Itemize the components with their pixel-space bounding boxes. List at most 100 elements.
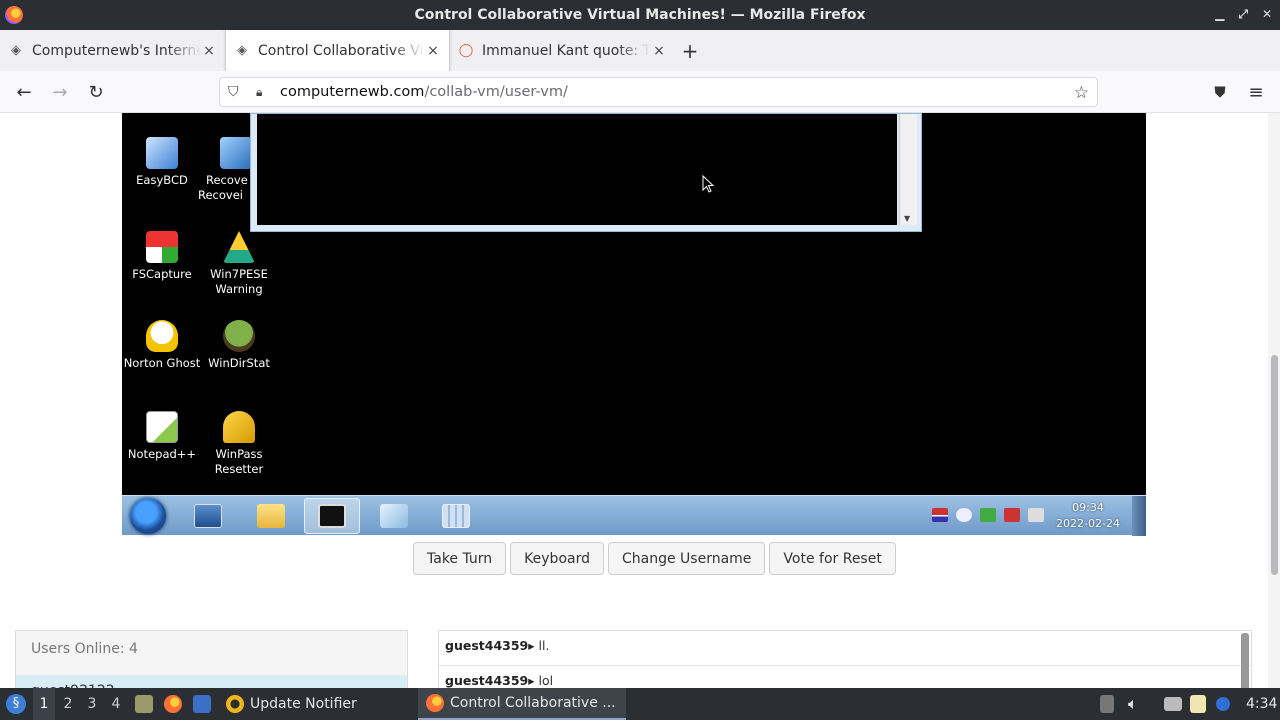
- tray-network-icon[interactable]: [956, 508, 972, 522]
- firefox-launcher[interactable]: [164, 688, 188, 720]
- taskbar-app-cmd[interactable]: [304, 498, 360, 534]
- chat-panel: guest44359▸ ll. guest44359▸ lol: [438, 630, 1252, 688]
- desktop-icon-label: FSCapture: [132, 267, 192, 281]
- page-scrollbar-thumb[interactable]: [1271, 355, 1278, 575]
- folder-icon: [257, 504, 285, 528]
- easybcd-icon: [146, 137, 178, 169]
- clipboard-glyph: [1100, 695, 1114, 713]
- pocket-icon[interactable]: ⛊: [1208, 80, 1232, 104]
- network-icon[interactable]: [1164, 688, 1188, 720]
- close-icon[interactable]: ✕: [1262, 7, 1272, 22]
- vm-clock[interactable]: 09:34 2022-02-24: [1052, 500, 1124, 532]
- url-host: computernewb.com: [280, 84, 425, 100]
- desktop-icon-notepadpp[interactable]: Notepad++: [122, 411, 202, 462]
- firefox-logo-icon: [5, 6, 23, 24]
- chat-scrollbar[interactable]: [1241, 633, 1249, 688]
- notes-glyph: [1190, 695, 1206, 713]
- desktop-icon-easybcd[interactable]: EasyBCD: [122, 137, 202, 188]
- desktop-icon-fscapture[interactable]: FSCapture: [122, 231, 202, 282]
- desktop-icon-winpass-resetter[interactable]: WinPass Resetter: [199, 411, 279, 477]
- vm-console-window[interactable]: ▼: [250, 113, 922, 232]
- scroll-down-icon[interactable]: ▼: [904, 214, 910, 223]
- minimize-icon[interactable]: ▁: [1215, 7, 1224, 22]
- volume-icon[interactable]: 🔈︎: [1128, 688, 1138, 720]
- language-flag-icon[interactable]: [932, 508, 948, 522]
- windows-start-button[interactable]: [130, 498, 166, 534]
- notes-icon[interactable]: [1190, 688, 1212, 720]
- menu-icon[interactable]: ≡: [1244, 80, 1268, 104]
- tab-collab-vm[interactable]: ◈ Control Collaborative Virt ×: [225, 30, 450, 71]
- tray-clipboard-icon[interactable]: [1100, 688, 1120, 720]
- chat-message: guest44359▸ ll.: [439, 631, 1251, 666]
- tab-label: Immanuel Kant quote: Th: [482, 42, 651, 59]
- address-bar[interactable]: ⛉ 🔒︎ computernewb.com/collab-vm/user-vm/…: [219, 77, 1098, 107]
- vm-screen[interactable]: EasyBCD Recove Recovei FSCapture Win7PES…: [122, 113, 1146, 536]
- desktop-panel: § 1 2 3 4 Update Notifier Control Collab…: [0, 688, 1280, 720]
- task-firefox-window[interactable]: Control Collaborative ...: [418, 688, 626, 720]
- window-title: Control Collaborative Virtual Machines! …: [414, 7, 866, 23]
- panel-clock[interactable]: 4:34: [1246, 688, 1277, 720]
- file-manager-icon: [135, 695, 153, 713]
- tab-kant-quote[interactable]: ◯ Immanuel Kant quote: Th ×: [450, 30, 675, 71]
- shield-icon[interactable]: ⛉: [228, 84, 244, 100]
- desktop-icon-label: EasyBCD: [136, 173, 188, 187]
- show-desktop-button[interactable]: [1132, 496, 1146, 536]
- change-username-button[interactable]: Change Username: [607, 542, 766, 575]
- window-controls: ▁ ⤢ ✕: [1215, 7, 1272, 22]
- taskbar-app-explorer[interactable]: [243, 498, 299, 534]
- keyboard-button[interactable]: Keyboard: [510, 542, 604, 575]
- users-online-heading: Users Online: 4: [31, 641, 138, 657]
- ghost-icon: [146, 320, 178, 352]
- reload-button[interactable]: ↻: [84, 80, 108, 104]
- task-update-notifier[interactable]: Update Notifier: [218, 688, 365, 720]
- tray-volume-muted-icon[interactable]: [1028, 508, 1044, 522]
- workspace-2[interactable]: 2: [57, 688, 79, 720]
- back-button[interactable]: ←: [12, 80, 36, 104]
- notepadpp-icon: [146, 411, 178, 443]
- warning-icon: [223, 231, 255, 263]
- network-glyph: [1164, 697, 1182, 711]
- tab-close-icon[interactable]: ×: [425, 43, 441, 59]
- tab-computernewb[interactable]: ◈ Computernewb's Internet ×: [0, 30, 225, 71]
- take-turn-button[interactable]: Take Turn: [413, 542, 507, 575]
- vote-reset-button[interactable]: Vote for Reset: [769, 542, 896, 575]
- recovery-icon: [220, 137, 250, 169]
- tab-close-icon[interactable]: ×: [201, 43, 217, 59]
- update-notifier-icon: [226, 695, 244, 713]
- taskbar-app-calculator[interactable]: [428, 498, 484, 534]
- desktop-icon-recovery[interactable]: Recove Recovei: [198, 137, 250, 203]
- desktop-icon-norton-ghost[interactable]: Norton Ghost: [122, 320, 202, 371]
- file-manager-launcher[interactable]: [135, 688, 159, 720]
- notepad-icon: [380, 504, 408, 528]
- vm-system-tray: [932, 508, 1044, 522]
- app-menu-button[interactable]: §: [6, 688, 26, 720]
- distro-logo-icon: §: [6, 694, 26, 714]
- desktop-icon-label: Notepad++: [127, 447, 197, 461]
- workspace-1[interactable]: 1: [33, 688, 55, 720]
- vm-taskbar: 09:34 2022-02-24: [122, 495, 1146, 536]
- lock-icon[interactable]: 🔒︎: [256, 85, 270, 99]
- url-path: /collab-vm/user-vm/: [424, 84, 568, 100]
- update-available-icon[interactable]: [1216, 688, 1236, 720]
- forward-button[interactable]: →: [48, 80, 72, 104]
- console-scrollbar[interactable]: ▼: [899, 114, 917, 225]
- tab-close-icon[interactable]: ×: [651, 43, 667, 59]
- maximize-icon[interactable]: ⤢: [1238, 7, 1248, 22]
- page-scrollbar[interactable]: [1268, 113, 1280, 688]
- users-online-panel: Users Online: 4 guest92122: [15, 630, 408, 688]
- console-area[interactable]: [257, 114, 897, 225]
- tray-action-center-icon[interactable]: [980, 508, 996, 522]
- site-favicon-icon: ◈: [11, 43, 21, 58]
- workspace-3[interactable]: 3: [81, 688, 103, 720]
- bookmark-star-icon[interactable]: ☆: [1074, 83, 1089, 103]
- desktop-icon-label: WinDirStat: [208, 356, 270, 370]
- terminal-launcher[interactable]: [193, 688, 217, 720]
- taskbar-app-system[interactable]: [180, 498, 236, 534]
- taskbar-app-notes[interactable]: [366, 498, 422, 534]
- tray-network-status-icon[interactable]: [1004, 508, 1020, 522]
- workspace-4[interactable]: 4: [105, 688, 127, 720]
- user-list-item[interactable]: guest92122: [16, 675, 407, 688]
- new-tab-button[interactable]: +: [675, 39, 705, 63]
- desktop-icon-windirstat[interactable]: WinDirStat: [199, 320, 279, 371]
- desktop-icon-win7pese-warning[interactable]: Win7PESE Warning: [199, 231, 279, 297]
